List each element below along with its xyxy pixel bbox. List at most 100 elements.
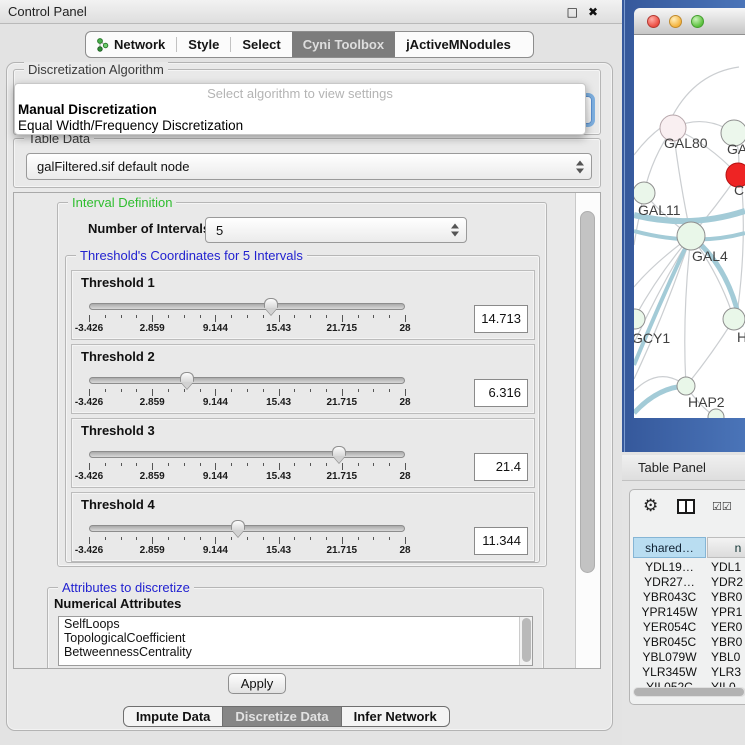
tick-mark (373, 537, 374, 540)
tick-mark (294, 463, 295, 466)
attributes-scrollbar-thumb[interactable] (522, 618, 531, 662)
dropdown-option-equal-width-frequency[interactable]: Equal Width/Frequency Discretization (18, 118, 243, 133)
tick-label: 21.715 (327, 471, 358, 482)
tick-label: 9.144 (203, 545, 228, 556)
tab-select[interactable]: Select (231, 32, 291, 57)
table-row[interactable]: YLR345WYLR3 (630, 665, 745, 680)
network-edge[interactable] (738, 187, 743, 307)
table-row[interactable]: YBR045CYBR0 (630, 635, 745, 650)
tab-network[interactable]: Network (86, 32, 176, 57)
table-panel: Table Panel ⚙ ☑☑ shared… n YDL19…YDL1YDR… (622, 455, 745, 745)
network-node-hap2[interactable] (677, 377, 695, 395)
attributes-scrollbar[interactable] (519, 617, 532, 665)
slider-tick-labels: -3.4262.8599.14415.4321.71528 (89, 545, 405, 557)
table-row[interactable]: YDL19…YDL1 (630, 560, 745, 575)
threshold-value-field[interactable]: 14.713 (474, 305, 528, 333)
network-edge[interactable] (673, 67, 739, 115)
table-row[interactable]: YDR27…YDR2 (630, 575, 745, 590)
threshold-slider-thumb[interactable] (231, 520, 245, 530)
tick-label: 21.715 (327, 323, 358, 334)
table-row[interactable]: YER054CYER0 (630, 620, 745, 635)
apply-button[interactable]: Apply (228, 673, 286, 694)
network-canvas[interactable]: GAL80GACGAL11GAL4GCY1HHAP2 (634, 35, 745, 418)
threshold-value-field[interactable]: 11.344 (474, 527, 528, 555)
slider-tick-labels: -3.4262.8599.14415.4321.71528 (89, 323, 405, 335)
table-row[interactable]: YBL079WYBL0 (630, 650, 745, 665)
tick-mark (342, 537, 343, 544)
cell-name: YBL0 (711, 650, 745, 665)
tick-label: 28 (399, 323, 410, 334)
tick-mark (279, 315, 280, 322)
threshold-slider-thumb[interactable] (264, 298, 278, 308)
table-row[interactable]: YPR145WYPR1 (630, 605, 745, 620)
network-node-h[interactable] (723, 308, 745, 330)
threshold-slider-track[interactable] (89, 377, 405, 384)
network-node-gcy1[interactable] (634, 309, 645, 329)
tab-style[interactable]: Style (177, 32, 230, 57)
top-tab-bar: NetworkStyleSelectCyni ToolboxjActiveMNo… (85, 31, 534, 58)
tick-mark (168, 389, 169, 392)
tick-mark (310, 537, 311, 540)
node-label: GAL4 (692, 248, 728, 264)
network-view-window: GAL80GACGAL11GAL4GCY1HHAP2 (622, 0, 745, 452)
minimize-traffic-light[interactable] (669, 15, 682, 28)
network-graph[interactable]: GAL80GACGAL11GAL4GCY1HHAP2 (634, 35, 745, 418)
split-pane-icon[interactable] (677, 499, 695, 514)
tick-label: -3.426 (75, 471, 103, 482)
algorithm-section-title: Discretization Algorithm (24, 62, 168, 77)
tick-mark (405, 463, 406, 470)
threshold-slider-track[interactable] (89, 303, 405, 310)
tick-mark (358, 315, 359, 318)
table-row[interactable]: YBR043CYBR0 (630, 590, 745, 605)
tab-cyni-toolbox[interactable]: Cyni Toolbox (292, 32, 395, 57)
checkbox-pair-icon[interactable]: ☑☑ (712, 500, 732, 513)
tick-mark (279, 389, 280, 396)
attribute-list-item[interactable]: SelfLoops (59, 617, 532, 631)
threshold-slider-thumb[interactable] (180, 372, 194, 382)
network-edge[interactable] (686, 319, 734, 386)
cell-name: YBR0 (711, 635, 745, 650)
network-edge[interactable] (685, 236, 691, 386)
threshold-value-field[interactable]: 21.4 (474, 453, 528, 481)
tick-mark (231, 315, 232, 318)
threshold-value-field[interactable]: 6.316 (474, 379, 528, 407)
column-header-shared[interactable]: shared… (633, 537, 706, 558)
table-hscrollbar-thumb[interactable] (634, 688, 744, 696)
gear-icon[interactable]: ⚙ (643, 496, 658, 516)
bottom-tab-infer-network[interactable]: Infer Network (341, 706, 450, 727)
close-icon[interactable]: ✖ (588, 0, 598, 24)
attribute-list-item[interactable]: TopologicalCoefficient (59, 631, 532, 645)
tick-mark (89, 537, 90, 544)
bottom-tab-discretize-data[interactable]: Discretize Data (222, 706, 341, 727)
network-node[interactable] (708, 409, 724, 418)
tick-mark (136, 463, 137, 466)
table-data-combobox[interactable]: galFiltered.sif default node (26, 153, 592, 180)
tab-jactivemnodules[interactable]: jActiveMNodules (395, 32, 522, 57)
attribute-list-item[interactable]: BetweennessCentrality (59, 645, 532, 659)
table-horizontal-scrollbar[interactable] (633, 687, 745, 697)
number-of-intervals-combobox[interactable]: 5 (205, 217, 467, 243)
tick-mark (184, 463, 185, 466)
threshold-slider-track[interactable] (89, 451, 405, 458)
tick-mark (184, 389, 185, 392)
threshold-slider-track[interactable] (89, 525, 405, 532)
network-node-gal4[interactable] (677, 222, 705, 250)
settings-scrollbar-thumb[interactable] (580, 211, 595, 573)
threshold-slider-thumb[interactable] (332, 446, 346, 456)
tick-mark (373, 315, 374, 318)
tick-label: 15.43 (266, 471, 291, 482)
settings-scrollbar[interactable] (575, 193, 600, 668)
tick-mark (373, 389, 374, 392)
network-node-gal11[interactable] (634, 182, 655, 204)
tick-mark (263, 315, 264, 318)
combobox-arrows-icon (576, 160, 584, 173)
close-traffic-light[interactable] (647, 15, 660, 28)
float-icon[interactable]: □ (567, 0, 578, 24)
attributes-section: Attributes to discretize Numerical Attri… (47, 587, 544, 669)
node-label: H (737, 329, 745, 345)
zoom-traffic-light[interactable] (691, 15, 704, 28)
tick-mark (263, 463, 264, 466)
column-header-name[interactable]: n (707, 537, 745, 558)
bottom-tab-impute-data[interactable]: Impute Data (123, 706, 223, 727)
dropdown-option-manual-discretization[interactable]: Manual Discretization (18, 102, 157, 117)
